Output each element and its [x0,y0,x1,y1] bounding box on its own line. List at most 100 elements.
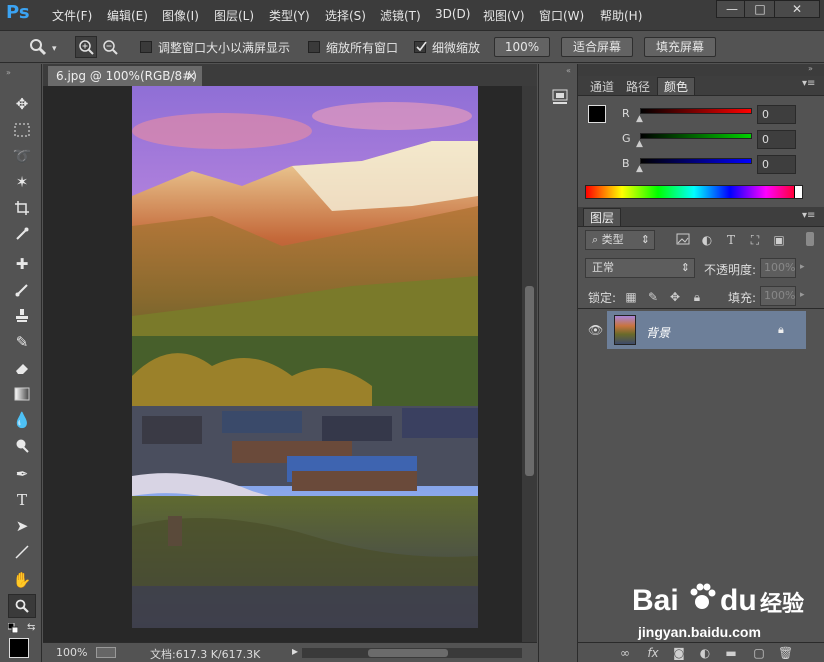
clone-stamp-tool-icon[interactable] [8,304,36,328]
default-colors-icon[interactable] [7,622,19,634]
dodge-tool-icon[interactable] [8,434,36,458]
scrubby-zoom-checkbox[interactable] [414,41,427,53]
crop-tool-icon[interactable] [8,196,36,220]
document-tab-close-icon[interactable]: × [186,66,196,86]
tab-layers[interactable]: 图层 [583,208,622,226]
g-slider-handle-icon[interactable]: ▲ [636,139,643,149]
opacity-dropdown-arrow-icon[interactable]: ▸ [800,262,805,272]
r-slider-handle-icon[interactable]: ▲ [636,114,643,124]
preset-dropdown-icon[interactable]: ▾ [52,44,57,54]
tab-color[interactable]: 颜色 [657,77,696,95]
lock-position-icon[interactable]: ✥ [668,290,682,304]
add-mask-icon[interactable]: ◙ [672,646,686,660]
fill-screen-button[interactable]: 填充屏幕 [644,37,716,57]
r-slider[interactable] [640,108,752,114]
zoom-tool-preset-icon[interactable] [28,37,48,57]
filter-smart-object-icon[interactable]: ▣ [772,233,786,247]
delete-layer-icon[interactable]: 🗑︎ [778,646,793,660]
zoom-tool-icon[interactable] [8,594,36,618]
marquee-tool-icon[interactable] [8,118,36,142]
g-value-field[interactable]: 0 [757,130,796,149]
document-tab[interactable]: 6.jpg @ 100%(RGB/8#) × [48,66,202,86]
blur-tool-icon[interactable]: 💧 [8,408,36,432]
filter-type-layer-icon[interactable]: T [724,233,738,247]
layer-filter-dropdown[interactable]: ⌕ 类型 ⇕ [585,230,655,250]
eraser-tool-icon[interactable] [8,356,36,380]
brush-tool-icon[interactable] [8,278,36,302]
filter-toggle-switch[interactable] [806,232,814,246]
g-slider[interactable] [640,133,752,139]
menu-type[interactable]: 类型(Y) [269,7,310,24]
history-brush-tool-icon[interactable]: ✎ [8,330,36,354]
line-tool-icon[interactable] [8,540,36,564]
foreground-color-swatch[interactable] [9,638,29,658]
zoom-level-field[interactable]: 100% [56,646,87,659]
layers-panel-menu-icon[interactable]: ▾≡ [802,210,815,221]
pen-tool-icon[interactable]: ✒ [8,462,36,486]
zoom-in-icon[interactable] [75,36,97,58]
tab-channels[interactable]: 通道 [584,78,620,96]
color-spectrum-ramp[interactable] [585,185,803,199]
menu-3d[interactable]: 3D(D) [435,7,470,21]
menu-select[interactable]: 选择(S) [325,7,366,24]
path-selection-tool-icon[interactable]: ➤ [8,514,36,538]
color-foreground-swatch[interactable] [588,105,606,123]
hand-tool-icon[interactable]: ✋ [8,568,36,592]
menu-edit[interactable]: 编辑(E) [107,7,148,24]
fill-field[interactable]: 100% [760,286,796,306]
lock-transparent-pixels-icon[interactable]: ▦ [624,290,638,304]
lasso-tool-icon[interactable]: ➰ [8,144,36,168]
fill-dropdown-arrow-icon[interactable]: ▸ [800,290,805,300]
opacity-field[interactable]: 100% [760,258,796,278]
eyedropper-tool-icon[interactable] [8,222,36,246]
blend-mode-dropdown[interactable]: 正常 ⇕ [585,258,695,278]
b-slider-handle-icon[interactable]: ▲ [636,164,643,174]
fit-screen-button[interactable]: 适合屏幕 [561,37,633,57]
layer-visibility-eye-icon[interactable]: 👁︎ [588,323,603,337]
filter-shape-layer-icon[interactable]: ⛶ [748,233,762,247]
menu-window[interactable]: 窗口(W) [539,7,584,24]
healing-brush-tool-icon[interactable]: ✚ [8,252,36,276]
panels-collapse-icon[interactable]: » [808,64,813,73]
menu-file[interactable]: 文件(F) [52,7,92,24]
layer-style-fx-icon[interactable]: fx [646,646,660,660]
status-menu-arrow-icon[interactable]: ▸ [292,644,298,658]
zoom-out-icon[interactable] [100,37,120,57]
maximize-button[interactable]: □ [744,0,776,18]
lock-all-icon[interactable]: 🔒︎ [690,290,704,304]
menu-layer[interactable]: 图层(L) [214,7,254,24]
tools-collapse-icon[interactable]: » [6,68,11,77]
layer-row-background[interactable] [607,311,806,349]
gradient-tool-icon[interactable] [8,382,36,406]
type-tool-icon[interactable]: T [8,488,36,512]
horizontal-scrollbar-thumb[interactable] [368,649,448,657]
menu-help[interactable]: 帮助(H) [600,7,642,24]
layer-thumbnail[interactable] [614,315,636,345]
move-tool-icon[interactable]: ✥ [8,92,36,116]
magic-wand-tool-icon[interactable]: ✶ [8,170,36,194]
status-preview-icon[interactable] [96,647,116,658]
menu-filter[interactable]: 滤镜(T) [380,7,421,24]
spectrum-white-swatch[interactable] [794,186,802,198]
filter-adjustment-layer-icon[interactable]: ◐ [700,233,714,247]
close-button[interactable]: ✕ [774,0,820,18]
vertical-scrollbar-thumb[interactable] [525,286,534,476]
zoom-100-button[interactable]: 100% [494,37,550,57]
swap-colors-icon[interactable]: ⇆ [27,622,35,633]
zoom-all-windows-checkbox[interactable] [308,41,320,53]
b-slider[interactable] [640,158,752,164]
link-layers-icon[interactable]: ∞ [618,646,632,660]
b-value-field[interactable]: 0 [757,155,796,174]
resize-windows-checkbox[interactable] [140,41,152,53]
filter-pixel-layer-icon[interactable] [676,233,690,247]
history-panel-icon[interactable] [551,88,569,106]
layer-name[interactable]: 背景 [646,324,670,341]
lock-image-pixels-icon[interactable]: ✎ [646,290,660,304]
new-layer-icon[interactable]: ▢ [752,646,766,660]
menu-image[interactable]: 图像(I) [162,7,199,24]
tab-paths[interactable]: 路径 [620,78,656,96]
new-adjustment-layer-icon[interactable]: ◐ [698,646,712,660]
strip-collapse-icon[interactable]: « [566,66,571,75]
r-value-field[interactable]: 0 [757,105,796,124]
color-panel-menu-icon[interactable]: ▾≡ [802,78,815,89]
